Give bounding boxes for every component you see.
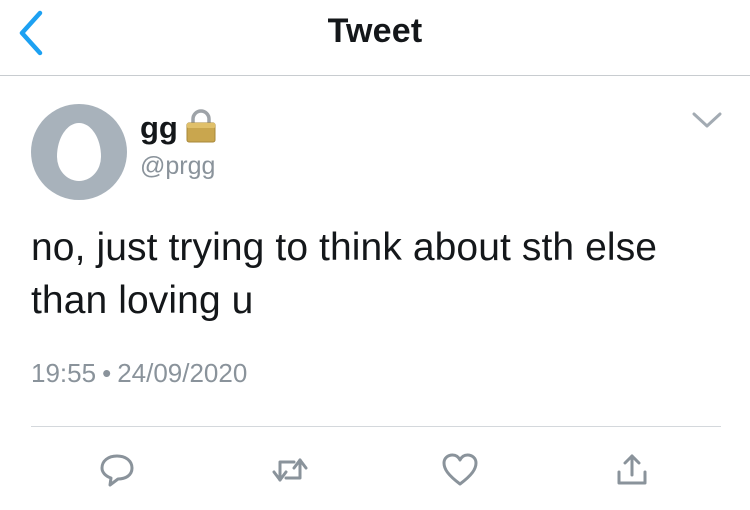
reply-button[interactable] (97, 450, 137, 490)
chevron-down-icon (692, 112, 722, 128)
page-title: Tweet (327, 12, 423, 50)
share-button[interactable] (612, 450, 652, 490)
display-name[interactable]: gg (140, 109, 178, 147)
retweet-icon (272, 458, 308, 482)
lock-icon (186, 109, 216, 143)
user-handle[interactable]: @prgg (140, 152, 218, 181)
top-bar: Tweet (0, 0, 750, 76)
author-info: gg @prgg (140, 108, 218, 181)
divider (31, 426, 721, 427)
reply-icon (100, 454, 134, 487)
like-button[interactable] (440, 450, 480, 490)
default-egg-icon (57, 123, 101, 181)
retweet-button[interactable] (270, 450, 310, 490)
tweet-detail-screen: Tweet gg @prgg no, just trying to think … (0, 0, 750, 510)
tweet-text: no, just trying to think about sth else … (31, 226, 658, 322)
name-row: gg (140, 108, 218, 148)
tweet-date: 24/09/2020 (117, 358, 248, 388)
more-options-button[interactable] (690, 106, 724, 136)
heart-icon (442, 453, 478, 486)
tweet-time: 19:55 (31, 358, 97, 388)
meta-separator: • (102, 358, 112, 388)
avatar[interactable] (31, 104, 127, 200)
tweet-timestamp[interactable]: 19:55 • 24/09/2020 (31, 358, 247, 389)
share-icon (617, 454, 647, 485)
